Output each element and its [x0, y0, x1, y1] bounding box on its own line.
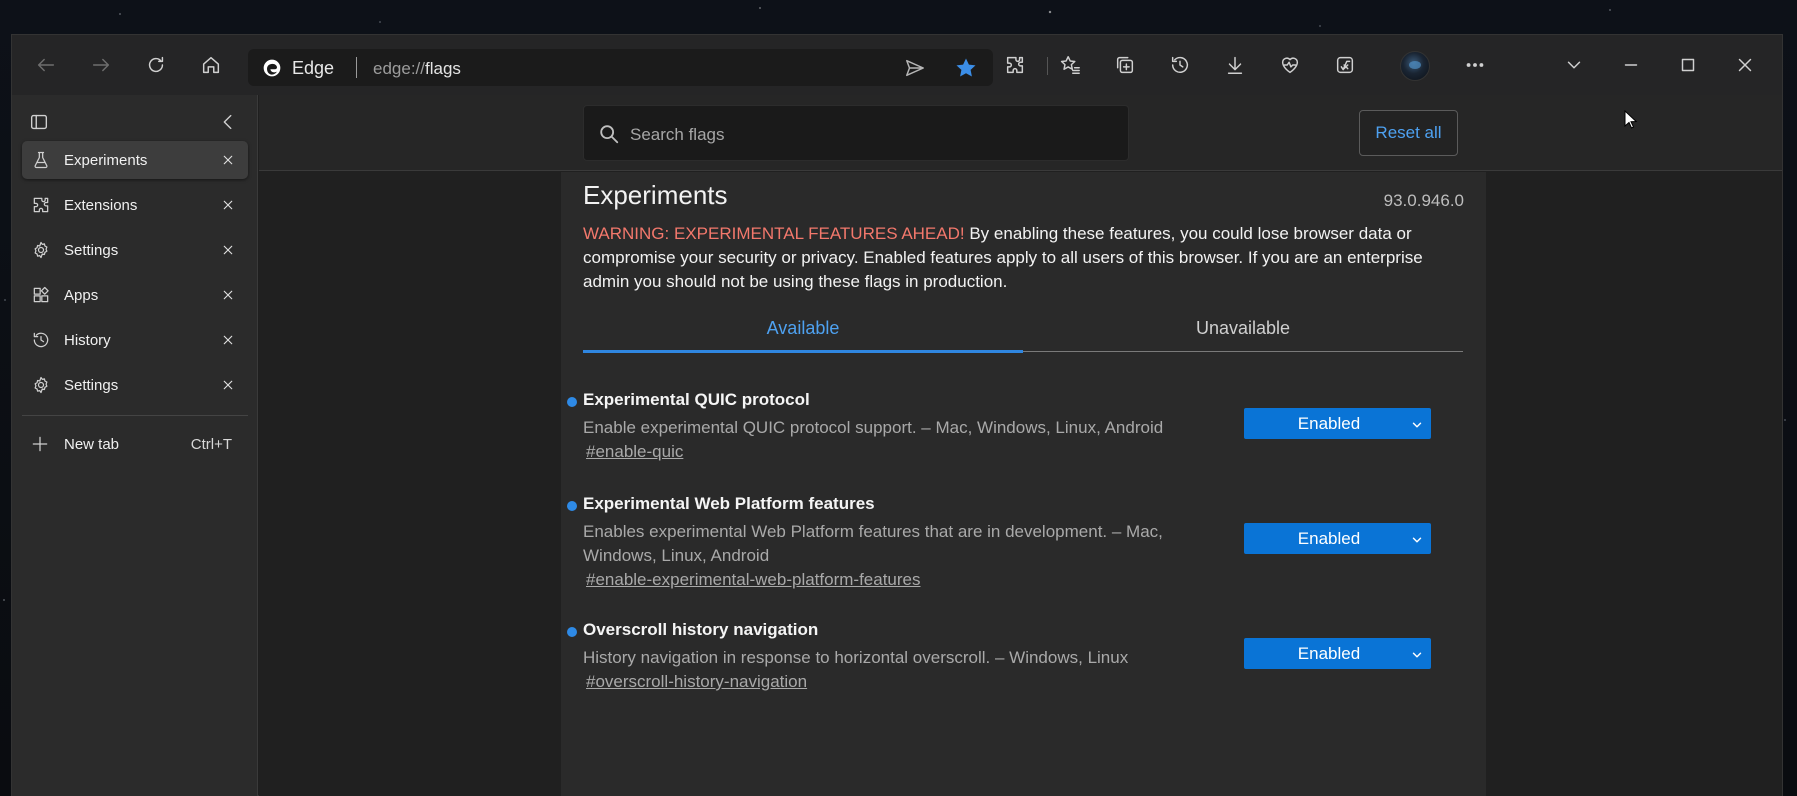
close-tab-icon[interactable]: [219, 241, 237, 259]
sidebar-tab-extensions[interactable]: Extensions: [22, 186, 248, 224]
flag-state-select[interactable]: Enabled: [1244, 638, 1431, 669]
search-flags-input[interactable]: Search flags: [583, 105, 1129, 161]
extensions-icon[interactable]: [998, 48, 1032, 82]
tab-available[interactable]: Available: [583, 318, 1023, 339]
tab-selected-indicator: [583, 350, 1023, 353]
search-icon: [598, 123, 620, 145]
sidebar-tab-experiments[interactable]: Experiments: [22, 141, 248, 179]
flag-state-select[interactable]: Enabled: [1244, 408, 1431, 439]
close-tab-icon[interactable]: [219, 196, 237, 214]
profile-avatar[interactable]: [1400, 51, 1430, 81]
vertical-tabs-sidebar: Experiments Extensions Settings Apps His…: [12, 95, 258, 796]
page-title: Experiments: [583, 180, 728, 210]
browser-window: Edge edge://flags Experiments Extensions…: [11, 34, 1783, 796]
home-icon[interactable]: [194, 48, 228, 82]
flag-anchor-link[interactable]: #enable-quic: [586, 442, 683, 462]
sidebar-separator: [22, 415, 248, 416]
beaker-icon: [31, 150, 51, 170]
address-bar[interactable]: Edge edge://flags: [248, 49, 993, 86]
collapse-pane-icon[interactable]: [217, 111, 239, 133]
favorites-icon[interactable]: [1053, 48, 1087, 82]
modified-dot: [567, 501, 577, 511]
sidebar-tab-label: Settings: [64, 377, 119, 394]
history-icon[interactable]: [1163, 48, 1197, 82]
gear-icon: [31, 240, 51, 260]
close-tab-icon[interactable]: [219, 286, 237, 304]
forward-icon[interactable]: [84, 48, 118, 82]
history-icon: [31, 330, 51, 350]
sidebar-tab-settings-2[interactable]: Settings: [22, 366, 248, 404]
flag-state-select[interactable]: Enabled: [1244, 523, 1431, 554]
back-icon[interactable]: [29, 48, 63, 82]
flag-state-value: Enabled: [1297, 644, 1361, 663]
flag-anchor-link[interactable]: #enable-experimental-web-platform-featur…: [586, 570, 921, 590]
plus-icon: [30, 434, 50, 454]
new-tab-button[interactable]: New tab Ctrl+T: [22, 425, 248, 463]
flag-description: Enables experimental Web Platform featur…: [583, 522, 1163, 565]
flags-page: Search flags Reset all Experiments 93.0.…: [259, 95, 1782, 796]
flag-description: History navigation in response to horizo…: [583, 648, 1129, 667]
sidebar-tab-label: Apps: [64, 287, 99, 304]
address-separator: [356, 57, 357, 78]
sidebar-tab-label: History: [64, 332, 111, 349]
sidebar-tab-label: Experiments: [64, 152, 148, 169]
close-icon[interactable]: [1728, 48, 1762, 82]
sidebar-tab-history[interactable]: History: [22, 321, 248, 359]
flag-state-value: Enabled: [1297, 529, 1361, 548]
flag-name: Experimental QUIC protocol: [583, 390, 810, 409]
tab-actions-menu-icon[interactable]: [28, 111, 50, 133]
warning-text: WARNING: EXPERIMENTAL FEATURES AHEAD! By…: [583, 222, 1463, 294]
browser-essentials-icon[interactable]: [1273, 48, 1307, 82]
more-icon[interactable]: [1458, 48, 1492, 82]
edge-label: Edge: [292, 58, 335, 78]
minimize-icon[interactable]: [1614, 48, 1648, 82]
flags-tabs: Available Unavailable: [583, 306, 1463, 353]
flag-anchor-link[interactable]: #overscroll-history-navigation: [586, 672, 807, 692]
sidebar-tab-apps[interactable]: Apps: [22, 276, 248, 314]
mouse-cursor-icon: [1624, 110, 1638, 129]
sidebar-tab-label: Extensions: [64, 197, 138, 214]
favorite-star-icon[interactable]: [954, 56, 978, 80]
close-tab-icon[interactable]: [219, 151, 237, 169]
tab-actions-chevron[interactable]: [1557, 48, 1591, 82]
close-tab-icon[interactable]: [219, 331, 237, 349]
version-label: 93.0.946.0: [1383, 191, 1464, 210]
close-tab-icon[interactable]: [219, 376, 237, 394]
flag-name: Experimental Web Platform features: [583, 494, 875, 513]
flag-state-value: Enabled: [1297, 414, 1361, 433]
sidebar-tab-label: Settings: [64, 242, 119, 259]
tab-unavailable[interactable]: Unavailable: [1023, 318, 1463, 339]
downloads-icon[interactable]: [1218, 48, 1252, 82]
modified-dot: [567, 627, 577, 637]
toolbar-divider: [1047, 57, 1048, 75]
gear-icon: [31, 375, 51, 395]
experiments-panel: Experiments 93.0.946.0 WARNING: EXPERIME…: [561, 172, 1486, 796]
maximize-icon[interactable]: [1671, 48, 1705, 82]
url-scheme: edge://: [373, 59, 425, 78]
share-icon[interactable]: [904, 57, 926, 79]
chevron-down-icon: [1410, 647, 1424, 661]
url-host: flags: [425, 59, 461, 78]
reset-all-button[interactable]: Reset all: [1359, 110, 1458, 156]
flag-name: Overscroll history navigation: [583, 620, 819, 639]
flag-description: Enable experimental QUIC protocol suppor…: [583, 418, 1164, 437]
math-solver-icon[interactable]: [1328, 48, 1362, 82]
url-text[interactable]: edge://flags: [373, 59, 461, 79]
new-tab-shortcut: Ctrl+T: [190, 436, 232, 453]
collections-icon[interactable]: [1108, 48, 1142, 82]
search-placeholder: Search flags: [630, 125, 725, 144]
sidebar-tab-settings[interactable]: Settings: [22, 231, 248, 269]
new-tab-label: New tab: [64, 436, 120, 453]
toolbar: Edge edge://flags: [12, 35, 1782, 95]
chevron-down-icon: [1410, 417, 1424, 431]
puzzle-icon: [31, 195, 51, 215]
chevron-down-icon: [1410, 532, 1424, 546]
warning-prefix: WARNING: EXPERIMENTAL FEATURES AHEAD!: [583, 224, 965, 243]
modified-dot: [567, 397, 577, 407]
flags-header: Search flags Reset all: [259, 95, 1782, 171]
edge-logo-icon: [263, 59, 281, 77]
apps-icon: [31, 285, 51, 305]
refresh-icon[interactable]: [139, 48, 173, 82]
